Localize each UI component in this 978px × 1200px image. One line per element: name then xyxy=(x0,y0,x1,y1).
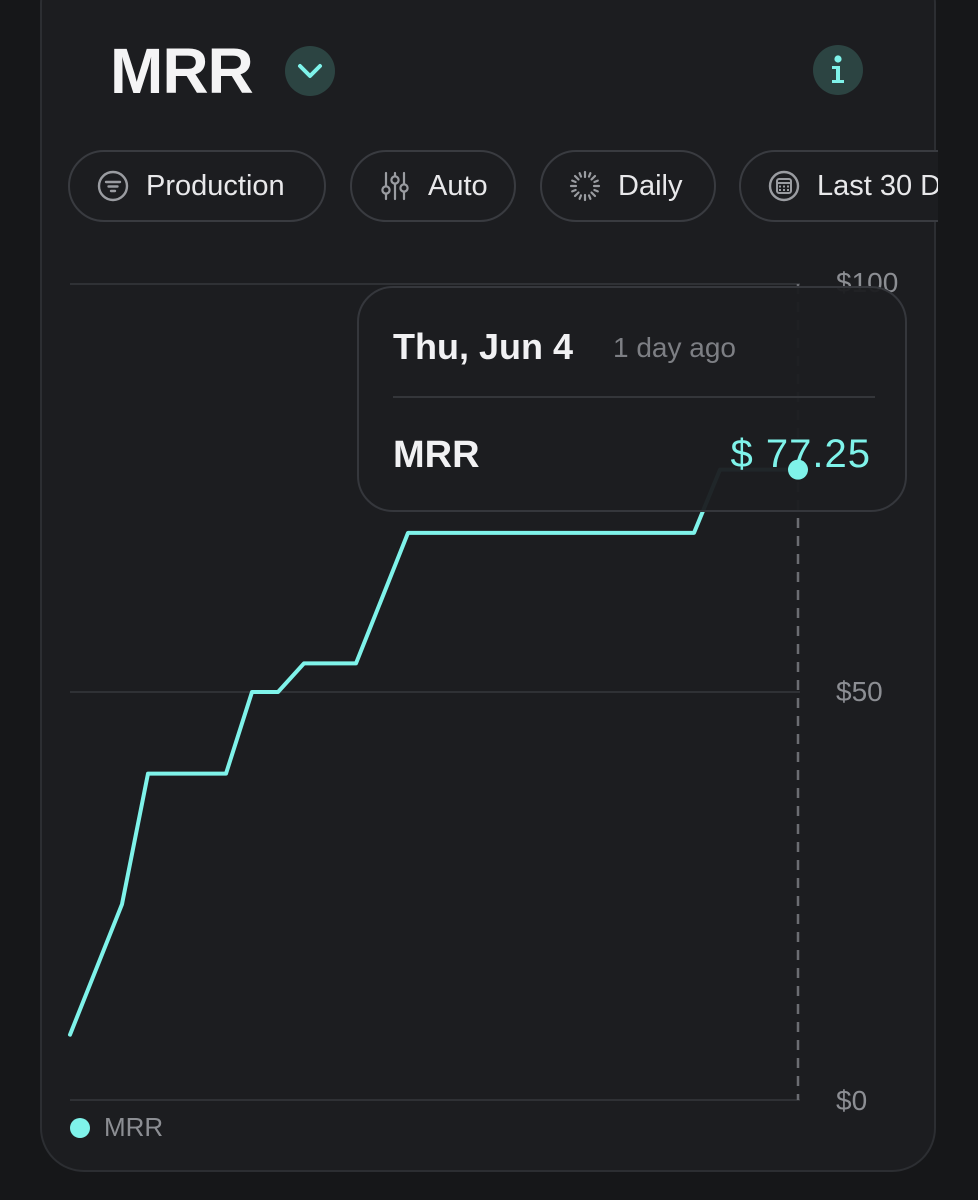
tooltip-value: $ 77.25 xyxy=(730,432,871,476)
mrr-data-points xyxy=(69,469,799,1035)
legend-swatch-mrr xyxy=(70,1117,90,1138)
tooltip-relative-time: 1 day ago xyxy=(613,332,736,363)
hover-tooltip: Thu, Jun 4 1 day ago MRR $ 77.25 xyxy=(357,286,907,512)
mrr-widget-screen: MRR Production Auto Daily Last 30 D $100… xyxy=(0,0,978,1200)
mrr-series-line xyxy=(68,467,800,1037)
chart-legend: MRR xyxy=(70,1112,163,1143)
tooltip-series-name: MRR xyxy=(393,434,480,476)
mrr-line-chart[interactable] xyxy=(0,0,978,1200)
tooltip-date: Thu, Jun 4 xyxy=(393,326,573,367)
tooltip-divider xyxy=(393,396,875,398)
legend-label-mrr: MRR xyxy=(104,1112,164,1142)
